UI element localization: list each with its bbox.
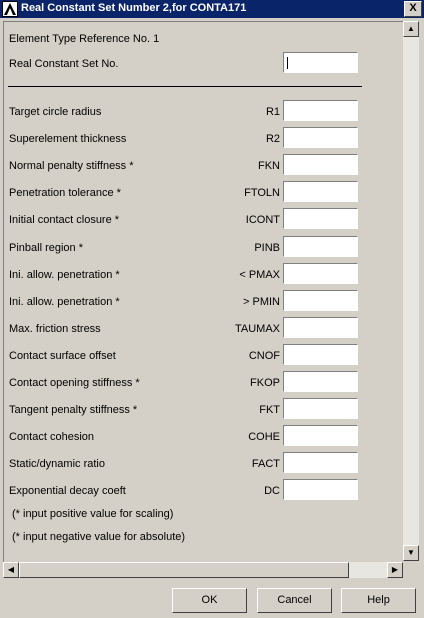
note-negative-absolute: (* input negative value for absolute): [12, 531, 186, 543]
label-r2: Superelement thickness: [9, 133, 127, 145]
horizontal-scroll-thumb[interactable]: [19, 562, 349, 578]
help-button-label: Help: [367, 594, 390, 606]
title-bar: Real Constant Set Number 2,for CONTA171 …: [0, 0, 424, 18]
input-r2[interactable]: [283, 127, 358, 148]
element-type-reference: Element Type Reference No. 1: [9, 33, 160, 45]
input-fact[interactable]: [283, 452, 358, 473]
code-fact: FACT: [251, 458, 280, 470]
input-ftoln[interactable]: [283, 181, 358, 202]
ansys-logo-icon: [2, 1, 18, 17]
label-pmax: Ini. allow. penetration *: [9, 269, 120, 281]
label-fkop: Contact opening stiffness *: [9, 377, 140, 389]
input-cohe[interactable]: [283, 425, 358, 446]
input-icont[interactable]: [283, 208, 358, 229]
label-r1: Target circle radius: [9, 106, 102, 118]
label-icont: Initial contact closure *: [9, 214, 120, 226]
help-button[interactable]: Help: [341, 588, 416, 613]
scroll-up-button[interactable]: ▲: [403, 21, 419, 37]
label-fkt: Tangent penalty stiffness *: [9, 404, 138, 416]
cancel-button[interactable]: Cancel: [257, 588, 332, 613]
label-pinb: Pinball region *: [9, 242, 83, 254]
real-constant-set-input[interactable]: [283, 52, 358, 73]
label-pmin: Ini. allow. penetration *: [9, 296, 120, 308]
arrow-down-icon: ▼: [407, 548, 415, 557]
input-fkn[interactable]: [283, 154, 358, 175]
ok-button[interactable]: OK: [172, 588, 247, 613]
input-taumax[interactable]: [283, 317, 358, 338]
input-pmax[interactable]: [283, 263, 358, 284]
real-constant-set-label: Real Constant Set No.: [9, 58, 119, 70]
code-fkn: FKN: [258, 160, 280, 172]
separator-line: [8, 86, 362, 87]
input-pinb[interactable]: [283, 236, 358, 257]
input-fkt[interactable]: [283, 398, 358, 419]
code-cohe: COHE: [248, 431, 280, 443]
scroll-right-button[interactable]: ▶: [387, 562, 403, 578]
code-dc: DC: [264, 485, 280, 497]
vertical-scrollbar[interactable]: ▲ ▼: [403, 21, 419, 561]
code-pmin: > PMIN: [243, 296, 280, 308]
code-cnof: CNOF: [248, 350, 280, 362]
window-title: Real Constant Set Number 2,for CONTA171: [21, 2, 247, 14]
scroll-down-button[interactable]: ▼: [403, 545, 419, 561]
code-fkt: FKT: [259, 404, 280, 416]
code-taumax: TAUMAX: [234, 323, 280, 335]
ok-button-label: OK: [201, 594, 218, 606]
code-r2: R2: [265, 133, 280, 145]
code-fkop: FKOP: [250, 377, 280, 389]
label-cnof: Contact surface offset: [9, 350, 116, 362]
input-r1[interactable]: [283, 100, 358, 121]
label-cohe: Contact cohesion: [9, 431, 94, 443]
horizontal-scrollbar[interactable]: ◀ ▶: [3, 562, 403, 578]
code-ftoln: FTOLN: [244, 187, 280, 199]
close-button[interactable]: X: [404, 1, 422, 17]
input-pmin[interactable]: [283, 290, 358, 311]
arrow-left-icon: ◀: [7, 565, 15, 574]
close-icon: X: [409, 2, 417, 14]
label-fact: Static/dynamic ratio: [9, 458, 105, 470]
code-icont: ICONT: [245, 214, 280, 226]
code-r1: R1: [265, 106, 280, 118]
label-fkn: Normal penalty stiffness *: [9, 160, 134, 172]
arrow-up-icon: ▲: [407, 24, 415, 33]
cancel-button-label: Cancel: [277, 594, 312, 606]
code-pmax: < PMAX: [239, 269, 280, 281]
code-pinb: PINB: [254, 242, 280, 254]
input-dc[interactable]: [283, 479, 358, 500]
label-taumax: Max. friction stress: [9, 323, 101, 335]
label-dc: Exponential decay coeft: [9, 485, 126, 497]
arrow-right-icon: ▶: [391, 565, 399, 574]
input-fkop[interactable]: [283, 371, 358, 392]
form-panel: Element Type Reference No. 1 Real Consta…: [3, 21, 404, 562]
scroll-left-button[interactable]: ◀: [3, 562, 19, 578]
text-caret: [287, 57, 288, 69]
input-cnof[interactable]: [283, 344, 358, 365]
label-ftoln: Penetration tolerance *: [9, 187, 121, 199]
note-positive-scaling: (* input positive value for scaling): [12, 508, 174, 520]
